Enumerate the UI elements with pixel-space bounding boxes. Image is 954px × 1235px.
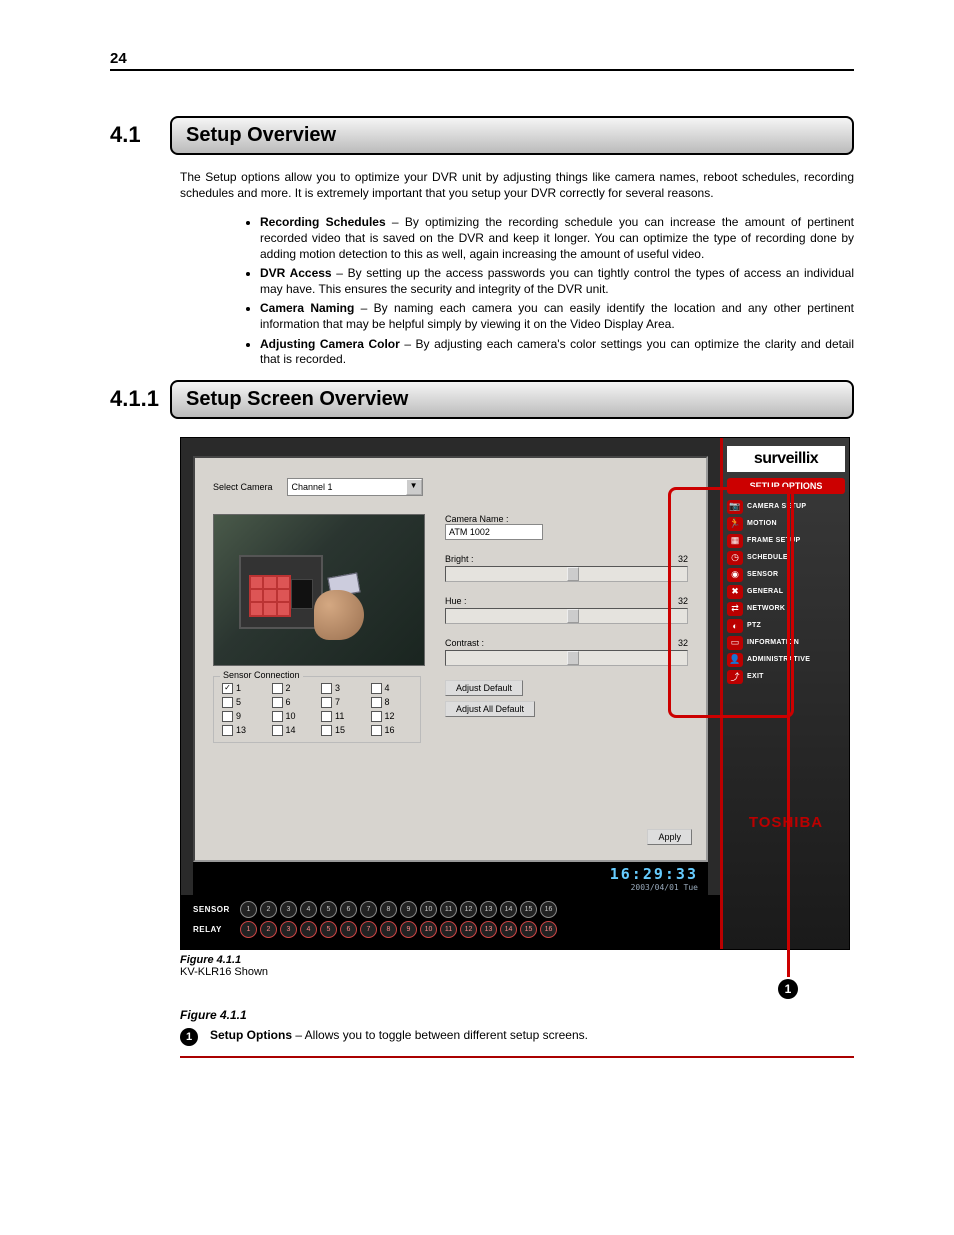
select-camera-label: Select Camera: [213, 482, 273, 492]
io-indicator-13[interactable]: 13: [480, 921, 497, 938]
io-indicator-4[interactable]: 4: [300, 901, 317, 918]
io-indicator-6[interactable]: 6: [340, 921, 357, 938]
io-indicator-3[interactable]: 3: [280, 901, 297, 918]
section-4-1: 4.1 Setup Overview: [110, 116, 854, 155]
section-number: 4.1.1: [110, 380, 170, 419]
sensor-checkbox-1[interactable]: ✓1: [222, 683, 264, 694]
io-indicator-16[interactable]: 16: [540, 901, 557, 918]
sensor-checkbox-15[interactable]: 15: [321, 725, 363, 736]
bright-slider[interactable]: [445, 566, 688, 582]
io-indicator-10[interactable]: 10: [420, 921, 437, 938]
adjust-default-button[interactable]: Adjust Default: [445, 680, 523, 696]
io-indicator-7[interactable]: 7: [360, 901, 377, 918]
io-indicator-11[interactable]: 11: [440, 901, 457, 918]
camera-name-input[interactable]: [445, 524, 543, 540]
io-indicator-5[interactable]: 5: [320, 901, 337, 918]
io-indicator-1[interactable]: 1: [240, 901, 257, 918]
io-indicator-9[interactable]: 9: [400, 901, 417, 918]
section-4-1-1: 4.1.1 Setup Screen Overview: [110, 380, 854, 419]
io-indicator-12[interactable]: 12: [460, 921, 477, 938]
relay-row: RELAY12345678910111213141516: [193, 921, 708, 938]
io-indicator-16[interactable]: 16: [540, 921, 557, 938]
sensor-checkbox-3[interactable]: 3: [321, 683, 363, 694]
sensor-checkbox-11[interactable]: 11: [321, 711, 363, 722]
io-indicator-13[interactable]: 13: [480, 901, 497, 918]
io-indicator-15[interactable]: 15: [520, 921, 537, 938]
bullet-list: Recording Schedules – By optimizing the …: [220, 215, 854, 367]
contrast-slider[interactable]: [445, 650, 688, 666]
sensor-group-title: Sensor Connection: [220, 670, 303, 680]
sensor-checkbox-12[interactable]: 12: [371, 711, 413, 722]
hue-slider[interactable]: [445, 608, 688, 624]
sensor-checkbox-2[interactable]: 2: [272, 683, 314, 694]
page-number: 24: [110, 50, 854, 71]
sensor-checkbox-14[interactable]: 14: [272, 725, 314, 736]
io-indicator-3[interactable]: 3: [280, 921, 297, 938]
io-indicator-2[interactable]: 2: [260, 921, 277, 938]
figure-ref: Figure 4.1.1: [180, 1008, 854, 1022]
sensor-checkbox-13[interactable]: 13: [222, 725, 264, 736]
sensor-checkbox-7[interactable]: 7: [321, 697, 363, 708]
sensor-checkbox-4[interactable]: 4: [371, 683, 413, 694]
surveillix-logo: surveillix: [727, 446, 845, 472]
sensor-row: SENSOR12345678910111213141516: [193, 901, 708, 918]
camera-preview: [213, 514, 425, 666]
figure-note: 1 Setup Options – Allows you to toggle b…: [180, 1028, 854, 1046]
callout-line: 1: [787, 487, 790, 977]
figure-caption: Figure 4.1.1KV-KLR16 Shown: [180, 954, 850, 978]
io-indicator-10[interactable]: 10: [420, 901, 437, 918]
io-indicator-1[interactable]: 1: [240, 921, 257, 938]
callout-number: 1: [778, 979, 798, 999]
note-number-icon: 1: [180, 1028, 198, 1046]
io-indicator-14[interactable]: 14: [500, 901, 517, 918]
sensor-checkbox-6[interactable]: 6: [272, 697, 314, 708]
callout-box: [668, 487, 794, 718]
adjust-all-default-button[interactable]: Adjust All Default: [445, 701, 535, 717]
io-indicator-2[interactable]: 2: [260, 901, 277, 918]
camera-name-label: Camera Name :: [445, 514, 688, 524]
sensor-checkbox-16[interactable]: 16: [371, 725, 413, 736]
bright-label: Bright :: [445, 554, 474, 564]
io-indicator-5[interactable]: 5: [320, 921, 337, 938]
sensor-connection-group: Sensor Connection ✓123456789101112131415…: [213, 676, 421, 743]
clock: 16:29:332003/04/01 Tue: [193, 862, 708, 895]
io-indicator-12[interactable]: 12: [460, 901, 477, 918]
section-number: 4.1: [110, 116, 170, 155]
io-indicator-4[interactable]: 4: [300, 921, 317, 938]
io-indicator-8[interactable]: 8: [380, 901, 397, 918]
sensor-checkbox-10[interactable]: 10: [272, 711, 314, 722]
io-indicator-7[interactable]: 7: [360, 921, 377, 938]
section-title: Setup Overview: [170, 116, 854, 155]
io-indicator-11[interactable]: 11: [440, 921, 457, 938]
select-camera-dropdown[interactable]: Channel 1▼: [287, 478, 423, 496]
sensor-checkbox-5[interactable]: 5: [222, 697, 264, 708]
chevron-down-icon[interactable]: ▼: [406, 479, 422, 495]
io-indicator-15[interactable]: 15: [520, 901, 537, 918]
io-indicator-8[interactable]: 8: [380, 921, 397, 938]
divider: [180, 1056, 854, 1058]
sensor-checkbox-9[interactable]: 9: [222, 711, 264, 722]
intro-text: The Setup options allow you to optimize …: [180, 169, 854, 201]
apply-button[interactable]: Apply: [647, 829, 692, 845]
hue-label: Hue :: [445, 596, 467, 606]
section-title: Setup Screen Overview: [170, 380, 854, 419]
io-indicator-6[interactable]: 6: [340, 901, 357, 918]
io-indicator-14[interactable]: 14: [500, 921, 517, 938]
io-indicator-9[interactable]: 9: [400, 921, 417, 938]
contrast-label: Contrast :: [445, 638, 484, 648]
figure-wrapper: 1 Select Camera Channel 1▼ Sensor Connec…: [180, 437, 850, 978]
toshiba-brand: TOSHIBA: [727, 814, 845, 831]
sensor-checkbox-8[interactable]: 8: [371, 697, 413, 708]
